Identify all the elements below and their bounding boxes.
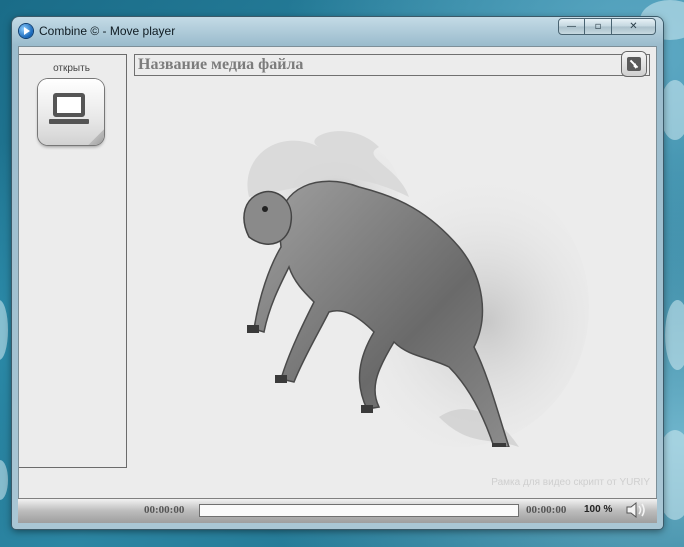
window-controls: — ▫ ✕: [558, 18, 656, 35]
speaker-icon[interactable]: [625, 501, 647, 519]
media-title: Название медиа файла: [138, 56, 304, 73]
title-bar[interactable]: Combine © - Move player — ▫ ✕: [12, 17, 663, 45]
computer-icon-base: [49, 119, 89, 124]
maximize-button[interactable]: ▫: [585, 18, 612, 35]
close-button[interactable]: ✕: [612, 18, 656, 35]
current-time: 00:00:00: [144, 504, 185, 516]
media-title-bar: Название медиа файла: [134, 52, 650, 76]
computer-icon: [53, 93, 85, 117]
flaming-horse-artwork: [239, 131, 589, 447]
player-window: Combine © - Move player — ▫ ✕ открыть На…: [12, 17, 663, 529]
seek-bar[interactable]: [199, 504, 519, 517]
sidebar-panel: открыть: [19, 54, 127, 468]
open-file-button[interactable]: [38, 79, 104, 145]
watermark-credit: Рамка для видео скрипт от YURIY: [491, 477, 650, 488]
playback-control-bar: 00:00:00 00:00:00 100 %: [18, 498, 657, 523]
fullscreen-button[interactable]: [622, 52, 646, 76]
volume-level: 100 %: [584, 504, 613, 515]
page-curl-decoration: [88, 129, 104, 145]
open-label: открыть: [53, 63, 90, 74]
minimize-button[interactable]: —: [558, 18, 585, 35]
total-time: 00:00:00: [526, 504, 567, 516]
player-client-area: открыть Название медиа файла Рамка для в…: [18, 46, 657, 523]
window-title: Combine © - Move player: [39, 24, 176, 38]
player-app-icon: [19, 24, 33, 38]
fullscreen-icon: [627, 57, 641, 71]
